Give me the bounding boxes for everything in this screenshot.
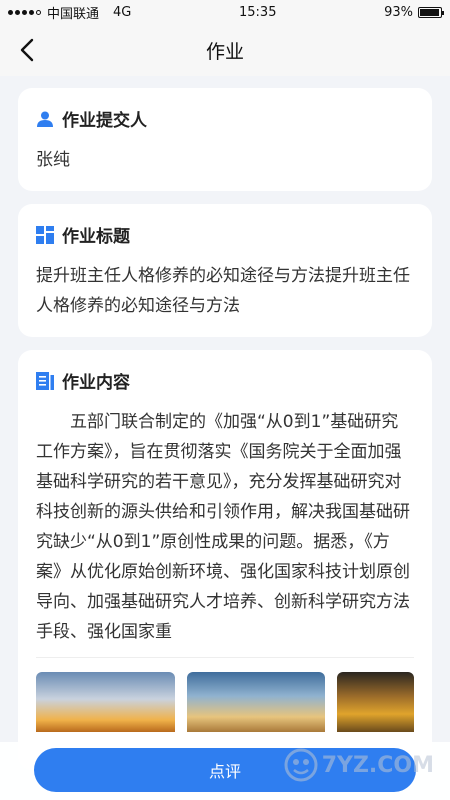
network-label: 4G — [113, 4, 132, 20]
homework-title: 提升班主任人格修养的必知途径与方法提升班主任人格修养的必知途径与方法 — [36, 266, 410, 316]
signal-icon — [8, 9, 41, 15]
homework-content: 五部门联合制定的《加强“从0到1”基础研究工作方案》，旨在贯彻落实《国务院关于全… — [36, 412, 410, 642]
main-content: 作业提交人 张纯 作业标题 提升班主任人格修养的必知途径与方法提升班主任人格修养… — [0, 76, 450, 770]
content-heading: 作业内容 — [62, 373, 130, 393]
status-left: 中国联通 4G — [8, 3, 131, 22]
submitter-header: 作业提交人 — [36, 106, 414, 131]
status-right: 93% — [384, 4, 444, 20]
status-bar: 中国联通 4G 15:35 93% — [0, 0, 450, 24]
clock: 15:35 — [239, 4, 277, 20]
page-title: 作业 — [205, 40, 244, 63]
submitter-card: 作业提交人 张纯 — [18, 88, 432, 191]
chevron-left-icon — [20, 38, 34, 62]
image-thumbnail[interactable] — [36, 672, 175, 732]
image-thumbnail[interactable] — [186, 672, 326, 732]
submitter-heading: 作业提交人 — [62, 111, 147, 131]
watermark-logo-icon — [284, 748, 318, 782]
submitter-name: 张纯 — [36, 150, 70, 170]
carrier-label: 中国联通 — [47, 6, 100, 22]
title-header: 作业标题 — [36, 222, 414, 247]
title-card: 作业标题 提升班主任人格修养的必知途径与方法提升班主任人格修养的必知途径与方法 — [18, 204, 432, 337]
image-gallery — [36, 672, 414, 732]
content-header: 作业内容 — [36, 368, 414, 393]
divider — [36, 657, 414, 658]
watermark: 7YZ.COM — [284, 748, 434, 782]
battery-icon — [418, 6, 444, 18]
title-heading: 作业标题 — [62, 227, 130, 247]
person-icon — [37, 111, 53, 127]
back-button[interactable] — [14, 36, 42, 64]
bottom-bar: 点评 7YZ.COM — [0, 742, 450, 800]
document-icon — [36, 371, 54, 390]
grid-icon — [36, 225, 54, 244]
content-card: 作业内容 五部门联合制定的《加强“从0到1”基础研究工作方案》，旨在贯彻落实《国… — [18, 350, 432, 770]
image-thumbnail[interactable] — [337, 672, 414, 732]
battery-percent: 93% — [384, 4, 413, 20]
watermark-text: 7YZ.COM — [321, 752, 434, 778]
nav-bar: 作业 — [0, 24, 450, 76]
